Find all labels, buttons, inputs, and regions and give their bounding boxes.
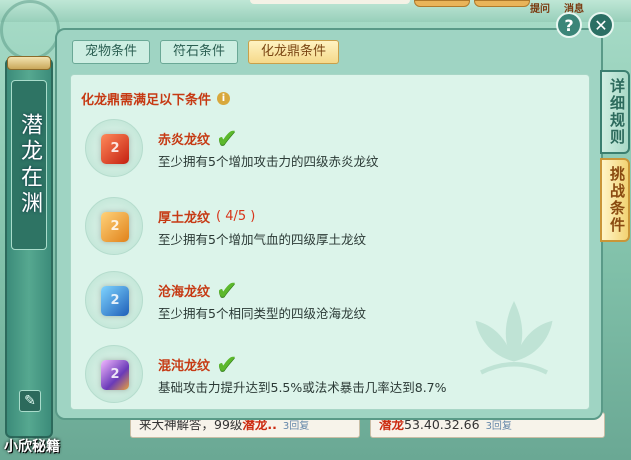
condition-description: 至少拥有5个增加攻击力的四级赤炎龙纹 (158, 154, 379, 169)
condition-title: 赤炎龙纹 ✔ (158, 123, 238, 154)
check-icon: ✔ (216, 275, 238, 306)
help-icon[interactable]: ? (556, 12, 582, 38)
bottom-tips-label[interactable]: 小欣秘籍 (4, 436, 60, 456)
chat-item-1-replies: 3回复 (282, 421, 310, 432)
condition-title-text: 赤炎龙纹 (158, 133, 211, 148)
top-ask-label[interactable]: 提问 (530, 0, 550, 15)
edit-icon[interactable]: ✎ (19, 390, 41, 412)
red-dragon-gem-icon: 2 (101, 134, 129, 164)
condition-description: 至少拥有5个相同类型的四级沧海龙纹 (158, 306, 366, 321)
condition-progress: ( 4/5 ) (216, 209, 256, 224)
close-icon[interactable]: ✕ (588, 12, 614, 38)
decorative-swirl (0, 0, 60, 60)
check-icon: ✔ (216, 349, 238, 380)
check-icon: ✔ (216, 123, 238, 154)
conditions-header: 化龙鼎需满足以下条件 i (81, 89, 231, 108)
top-button-right[interactable] (474, 0, 530, 7)
sidebar-scroll: 潜龙在渊 ✎ (5, 56, 53, 438)
condition-title-text: 沧海龙纹 (158, 285, 211, 300)
condition-row: 2 赤炎龙纹 ✔ 至少拥有5个增加攻击力的四级赤炎龙纹 (71, 117, 591, 187)
condition-row: 2 沧海龙纹 ✔ 至少拥有5个相同类型的四级沧海龙纹 (71, 269, 591, 339)
chaos-dragon-gem-icon: 2 (101, 360, 129, 390)
top-input-strip (250, 0, 410, 4)
sidebar-title-box: 潜龙在渊 (11, 80, 47, 250)
sidebar-title: 潜龙在渊 (17, 113, 42, 217)
gem-slot: 2 (85, 197, 143, 255)
tab-pet-conditions[interactable]: 宠物条件 (72, 40, 151, 64)
conditions-header-text: 化龙鼎需满足以下条件 (81, 93, 212, 108)
side-tab-challenge-conditions[interactable]: 挑战条件 (600, 158, 630, 242)
info-icon[interactable]: i (217, 92, 231, 105)
condition-row: 2 厚土龙纹 ( 4/5 ) 至少拥有5个增加气血的四级厚土龙纹 (71, 195, 591, 265)
tab-bar: 宠物条件 符石条件 化龙鼎条件 (72, 40, 340, 64)
gem-slot: 2 (85, 271, 143, 329)
side-tab-detailed-rules[interactable]: 详细规则 (600, 70, 630, 154)
condition-description: 基础攻击力提升达到5.5%或法术暴击几率达到8.7% (158, 380, 447, 395)
condition-title: 沧海龙纹 ✔ (158, 275, 238, 306)
chat-item-2-replies: 3回复 (485, 421, 512, 432)
conditions-panel: 宠物条件 符石条件 化龙鼎条件 化龙鼎需满足以下条件 i 2 赤炎龙纹 ✔ 至少… (55, 28, 603, 420)
top-button-left[interactable] (414, 0, 470, 7)
conditions-content: 化龙鼎需满足以下条件 i 2 赤炎龙纹 ✔ 至少拥有5个增加攻击力的四级赤炎龙纹… (70, 74, 590, 410)
condition-description: 至少拥有5个增加气血的四级厚土龙纹 (158, 232, 366, 247)
condition-title: 厚土龙纹 ( 4/5 ) (158, 207, 255, 226)
gem-slot: 2 (85, 119, 143, 177)
sea-dragon-gem-icon: 2 (101, 286, 129, 316)
tab-cauldron-conditions[interactable]: 化龙鼎条件 (248, 40, 340, 64)
condition-title: 混沌龙纹 ✔ (158, 349, 238, 380)
condition-row: 2 混沌龙纹 ✔ 基础攻击力提升达到5.5%或法术暴击几率达到8.7% (71, 343, 591, 413)
scroll-cap-top (7, 56, 51, 70)
tab-rune-conditions[interactable]: 符石条件 (160, 40, 239, 64)
gem-slot: 2 (85, 345, 143, 403)
earth-dragon-gem-icon: 2 (101, 212, 129, 242)
condition-title-text: 混沌龙纹 (158, 359, 211, 374)
condition-title-text: 厚土龙纹 (158, 211, 211, 226)
